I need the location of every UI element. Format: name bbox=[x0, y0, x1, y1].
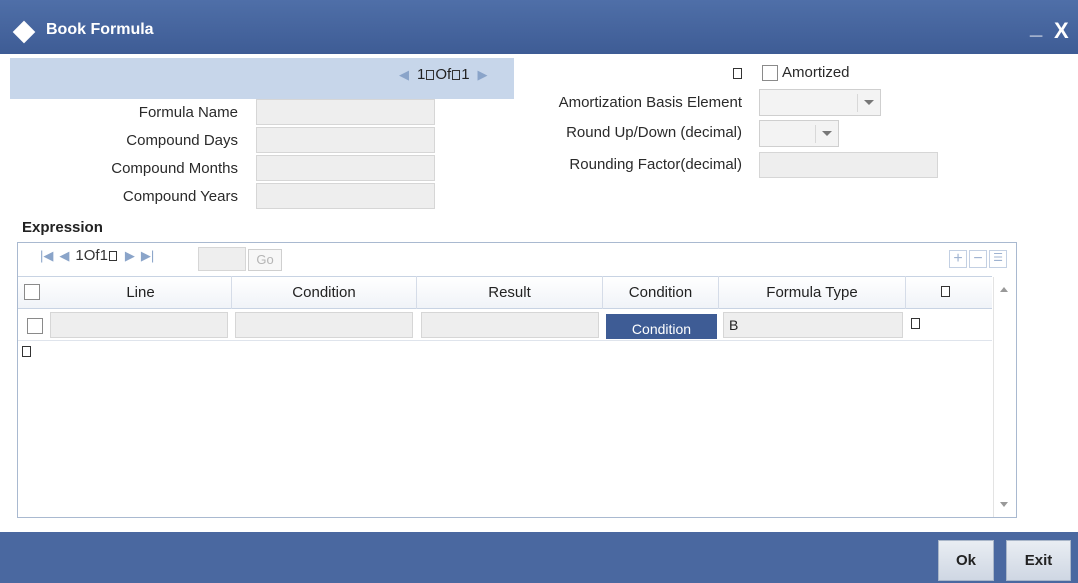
condition-button[interactable]: Condition bbox=[606, 314, 717, 339]
rounding-factor-field[interactable] bbox=[759, 152, 938, 178]
rounding-factor-label: Rounding Factor(decimal) bbox=[569, 156, 742, 173]
pager-current: 1 bbox=[75, 247, 84, 264]
select-all-checkbox[interactable] bbox=[24, 284, 40, 300]
column-header-condition: Condition bbox=[232, 276, 417, 309]
column-header-line: Line bbox=[50, 276, 232, 309]
placeholder-glyph-icon bbox=[452, 70, 461, 80]
exit-button[interactable]: Exit bbox=[1006, 540, 1071, 581]
record-of-label: Of bbox=[435, 66, 452, 83]
formula-name-label: Formula Name bbox=[138, 104, 238, 121]
expression-pager: |◀ ◀ 1Of1 ▶ ▶| bbox=[40, 247, 160, 264]
ok-button[interactable]: Ok bbox=[938, 540, 994, 581]
dialog-footer bbox=[0, 532, 1078, 583]
last-page-icon[interactable]: ▶| bbox=[141, 248, 154, 263]
view-details-icon[interactable]: ☰ bbox=[989, 250, 1007, 268]
first-page-icon[interactable]: |◀ bbox=[40, 248, 53, 263]
column-header-condition-button: Condition bbox=[603, 276, 719, 309]
round-updown-label: Round Up/Down (decimal) bbox=[566, 124, 742, 141]
placeholder-glyph-icon bbox=[426, 70, 435, 80]
next-page-icon[interactable]: ▶ bbox=[125, 248, 135, 263]
amortized-label: Amortized bbox=[782, 64, 850, 81]
round-updown-select[interactable] bbox=[759, 120, 839, 147]
line-field[interactable] bbox=[50, 312, 228, 338]
close-button[interactable]: X bbox=[1054, 18, 1069, 44]
compound-days-field[interactable] bbox=[256, 127, 435, 153]
amortized-checkbox[interactable] bbox=[762, 65, 778, 81]
amortization-basis-select[interactable] bbox=[759, 89, 881, 116]
expression-toolbar bbox=[18, 243, 1016, 274]
row-divider bbox=[18, 340, 992, 341]
compound-years-label: Compound Years bbox=[122, 188, 238, 205]
compound-days-label: Compound Days bbox=[126, 132, 238, 149]
compound-months-field[interactable] bbox=[256, 155, 435, 181]
placeholder-glyph-icon bbox=[733, 68, 742, 79]
previous-page-icon[interactable]: ◀ bbox=[59, 248, 69, 263]
next-record-icon[interactable]: ▶ bbox=[478, 67, 488, 82]
go-button[interactable]: Go bbox=[248, 249, 282, 271]
placeholder-glyph-icon bbox=[941, 286, 950, 297]
record-navigator: ◀ 1 Of 1 ▶ bbox=[399, 66, 488, 86]
window-titlebar: Book Formula _ X bbox=[0, 0, 1078, 54]
divider bbox=[857, 94, 858, 112]
result-field[interactable] bbox=[421, 312, 599, 338]
scroll-up-icon[interactable] bbox=[1000, 287, 1008, 292]
expression-section-title: Expression bbox=[22, 219, 103, 236]
row-select-checkbox[interactable] bbox=[27, 318, 43, 334]
placeholder-glyph-icon bbox=[22, 346, 31, 357]
compound-months-label: Compound Months bbox=[111, 160, 238, 177]
pager-of-label: Of bbox=[83, 247, 100, 264]
formula-name-field[interactable] bbox=[256, 99, 435, 125]
column-header-formula-type: Formula Type bbox=[719, 276, 906, 309]
column-header-result: Result bbox=[417, 276, 603, 309]
placeholder-glyph-icon bbox=[911, 318, 920, 329]
chevron-down-icon bbox=[864, 100, 874, 105]
chevron-down-icon bbox=[822, 131, 832, 136]
record-current: 1 bbox=[417, 66, 426, 83]
window-title: Book Formula bbox=[46, 21, 154, 38]
delete-row-icon[interactable]: − bbox=[969, 250, 987, 268]
placeholder-glyph-icon bbox=[108, 251, 117, 261]
condition-field[interactable] bbox=[235, 312, 413, 338]
pager-total: 1 bbox=[99, 247, 108, 264]
compound-years-field[interactable] bbox=[256, 183, 435, 209]
divider bbox=[815, 125, 816, 143]
app-diamond-icon bbox=[12, 20, 36, 44]
formula-type-field[interactable]: B bbox=[723, 312, 903, 338]
add-row-icon[interactable]: + bbox=[949, 250, 967, 268]
scroll-down-icon[interactable] bbox=[1000, 502, 1008, 507]
previous-record-icon[interactable]: ◀ bbox=[399, 67, 409, 82]
grid-scrollbar[interactable] bbox=[993, 277, 1015, 517]
amortization-basis-label: Amortization Basis Element bbox=[558, 94, 742, 111]
minimize-button[interactable]: _ bbox=[1030, 14, 1042, 40]
record-total: 1 bbox=[461, 66, 470, 83]
page-number-input[interactable] bbox=[198, 247, 246, 271]
